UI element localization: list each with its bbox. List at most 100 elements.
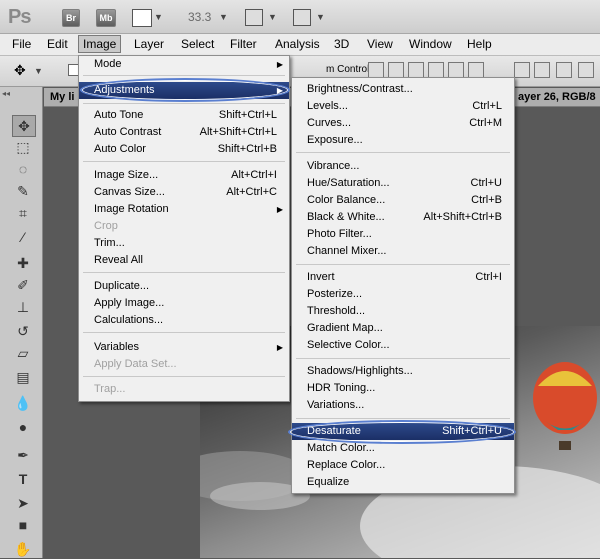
- menu-filter[interactable]: Filter: [226, 36, 261, 52]
- bridge-button[interactable]: Br: [62, 9, 80, 27]
- menu-item-channel-mixer[interactable]: Channel Mixer...: [292, 243, 514, 260]
- menu-3d[interactable]: 3D: [330, 36, 353, 52]
- history-brush-tool-icon[interactable]: ↺: [12, 321, 34, 341]
- healing-brush-tool-icon[interactable]: ✚: [12, 253, 34, 273]
- chevron-down-icon[interactable]: ▼: [154, 12, 163, 22]
- zoom-level[interactable]: 33.3: [188, 10, 211, 24]
- screen-mode-icon[interactable]: [293, 9, 311, 26]
- menu-edit[interactable]: Edit: [43, 36, 72, 52]
- menu-item-replace-color[interactable]: Replace Color...: [292, 457, 514, 474]
- distribute-left-icon[interactable]: [578, 62, 594, 78]
- menu-item-calculations[interactable]: Calculations...: [79, 312, 289, 329]
- document-tab[interactable]: My li: [50, 91, 74, 103]
- menu-item-black-white[interactable]: Black & White... Alt+Shift+Ctrl+B: [292, 209, 514, 226]
- menu-item-duplicate[interactable]: Duplicate...: [79, 278, 289, 295]
- menu-item-equalize[interactable]: Equalize: [292, 474, 514, 491]
- menu-file[interactable]: File: [8, 36, 35, 52]
- extras-icon[interactable]: [132, 9, 152, 27]
- menu-item-label: Selective Color...: [307, 339, 390, 351]
- menu-item-brightness-contrast[interactable]: Brightness/Contrast...: [292, 81, 514, 98]
- move-tool-preset-icon[interactable]: ✥: [14, 62, 26, 79]
- menu-item-label: Variations...: [307, 399, 365, 411]
- menu-item-levels[interactable]: Levels... Ctrl+L: [292, 98, 514, 115]
- move-tool-icon[interactable]: ✥: [12, 115, 36, 137]
- align-bottom-icon[interactable]: [408, 62, 424, 78]
- menu-item-reveal-all[interactable]: Reveal All: [79, 252, 289, 269]
- menu-item-variations[interactable]: Variations...: [292, 397, 514, 414]
- menu-separator: [296, 358, 510, 359]
- menu-item-label: Levels...: [307, 100, 348, 112]
- marquee-tool-icon[interactable]: ⬚: [12, 137, 34, 157]
- chevron-down-icon[interactable]: ▼: [268, 12, 277, 22]
- chevron-down-icon[interactable]: ▼: [316, 12, 325, 22]
- lasso-tool-icon[interactable]: ◌: [12, 159, 34, 179]
- align-middle-icon[interactable]: [388, 62, 404, 78]
- menu-image[interactable]: Image: [78, 35, 122, 53]
- pen-tool-icon[interactable]: ✒: [12, 445, 34, 465]
- menu-item-variables[interactable]: Variables ▶: [79, 339, 289, 356]
- blur-tool-icon[interactable]: 💧: [12, 393, 34, 413]
- align-top-icon[interactable]: [368, 62, 384, 78]
- shape-tool-icon[interactable]: ■: [12, 515, 34, 535]
- dodge-tool-icon[interactable]: ●: [12, 417, 34, 437]
- arrange-documents-icon[interactable]: [245, 9, 263, 26]
- menu-item-color-balance[interactable]: Color Balance... Ctrl+B: [292, 192, 514, 209]
- distribute-middle-icon[interactable]: [534, 62, 550, 78]
- distribute-bottom-icon[interactable]: [556, 62, 572, 78]
- menu-item-label: Threshold...: [307, 305, 366, 317]
- menu-item-invert[interactable]: Invert Ctrl+I: [292, 269, 514, 286]
- menu-item-label: Calculations...: [94, 314, 164, 326]
- menu-item-vibrance[interactable]: Vibrance...: [292, 158, 514, 175]
- menu-item-label: Photo Filter...: [307, 228, 372, 240]
- menu-item-image-rotation[interactable]: Image Rotation ▶: [79, 201, 289, 218]
- menu-item-selective-color[interactable]: Selective Color...: [292, 337, 514, 354]
- menu-item-gradient-map[interactable]: Gradient Map...: [292, 320, 514, 337]
- menu-item-image-size[interactable]: Image Size... Alt+Ctrl+I: [79, 167, 289, 184]
- menu-select[interactable]: Select: [177, 36, 218, 52]
- menu-item-apply-image[interactable]: Apply Image...: [79, 295, 289, 312]
- align-center-icon[interactable]: [448, 62, 464, 78]
- align-left-icon[interactable]: [428, 62, 444, 78]
- menu-item-canvas-size[interactable]: Canvas Size... Alt+Ctrl+C: [79, 184, 289, 201]
- crop-tool-icon[interactable]: ⌗: [12, 203, 34, 223]
- menu-item-hue-saturation[interactable]: Hue/Saturation... Ctrl+U: [292, 175, 514, 192]
- menu-item-auto-contrast[interactable]: Auto Contrast Alt+Shift+Ctrl+L: [79, 124, 289, 141]
- menu-item-threshold[interactable]: Threshold...: [292, 303, 514, 320]
- eyedropper-tool-icon[interactable]: ⁄: [12, 227, 34, 247]
- chevron-down-icon[interactable]: ▼: [219, 12, 228, 22]
- menu-item-auto-color[interactable]: Auto Color Shift+Ctrl+B: [79, 141, 289, 158]
- menu-item-shadows-highlights[interactable]: Shadows/Highlights...: [292, 363, 514, 380]
- menu-help[interactable]: Help: [463, 36, 496, 52]
- distribute-top-icon[interactable]: [514, 62, 530, 78]
- clone-stamp-tool-icon[interactable]: ⊥: [12, 297, 34, 317]
- menu-item-exposure[interactable]: Exposure...: [292, 132, 514, 149]
- menu-item-curves[interactable]: Curves... Ctrl+M: [292, 115, 514, 132]
- mini-bridge-button[interactable]: Mb: [96, 9, 116, 27]
- menu-item-label: Invert: [307, 271, 335, 283]
- menu-item-label: Apply Data Set...: [94, 358, 177, 370]
- menu-separator: [83, 103, 285, 104]
- chevron-down-icon[interactable]: ▼: [34, 66, 43, 76]
- menu-item-label: Auto Contrast: [94, 126, 162, 138]
- menu-item-mode[interactable]: Mode ▶: [79, 56, 289, 73]
- hand-tool-icon[interactable]: ✋: [12, 539, 34, 559]
- eraser-tool-icon[interactable]: ▱: [12, 343, 34, 363]
- menu-item-posterize[interactable]: Posterize...: [292, 286, 514, 303]
- gradient-tool-icon[interactable]: ▤: [12, 367, 34, 387]
- menu-analysis[interactable]: Analysis: [271, 36, 324, 52]
- menu-item-auto-tone[interactable]: Auto Tone Shift+Ctrl+L: [79, 107, 289, 124]
- quick-selection-tool-icon[interactable]: ✎: [12, 181, 34, 201]
- align-right-icon[interactable]: [468, 62, 484, 78]
- collapse-panel-icon[interactable]: ◂◂: [2, 89, 10, 98]
- brush-tool-icon[interactable]: ✐: [12, 275, 34, 295]
- hot-air-balloon-icon: [533, 362, 597, 450]
- menu-item-trim[interactable]: Trim...: [79, 235, 289, 252]
- type-tool-icon[interactable]: T: [12, 469, 34, 489]
- menu-window[interactable]: Window: [405, 36, 456, 52]
- path-selection-tool-icon[interactable]: ➤: [12, 493, 34, 513]
- menu-item-label: Trap...: [94, 383, 126, 395]
- menu-layer[interactable]: Layer: [130, 36, 168, 52]
- menu-item-hdr-toning[interactable]: HDR Toning...: [292, 380, 514, 397]
- menu-item-photo-filter[interactable]: Photo Filter...: [292, 226, 514, 243]
- menu-view[interactable]: View: [363, 36, 397, 52]
